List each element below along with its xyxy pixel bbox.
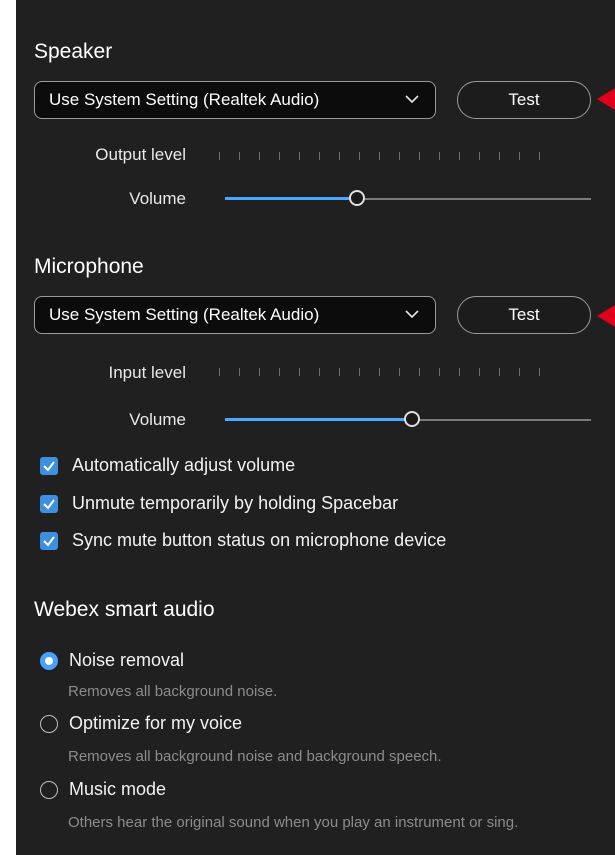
chevron-down-icon — [405, 95, 419, 104]
checkbox-checked-icon[interactable] — [40, 494, 58, 513]
microphone-title: Microphone — [34, 255, 144, 278]
meter-tick — [319, 368, 320, 376]
checkbox-label: Sync mute button status on microphone de… — [72, 530, 447, 550]
meter-tick — [239, 368, 240, 376]
radio-selected-icon[interactable] — [40, 651, 58, 670]
meter-tick — [299, 368, 300, 376]
meter-tick — [279, 152, 280, 160]
radio-description: Removes all background noise and backgro… — [68, 748, 442, 765]
speaker-volume-slider[interactable] — [225, 189, 591, 209]
output-level-meter — [219, 152, 540, 160]
radio-unselected-icon[interactable] — [40, 714, 58, 733]
speaker-device-select[interactable]: Use System Setting (Realtek Audio) — [34, 81, 436, 119]
microphone-volume-slider[interactable] — [225, 410, 591, 430]
radio-label: Music mode — [69, 779, 167, 799]
meter-tick — [259, 152, 260, 160]
speaker-test-button[interactable]: Test — [457, 81, 591, 119]
meter-tick — [379, 152, 380, 160]
smart-audio-title: Webex smart audio — [34, 598, 215, 621]
meter-tick — [419, 152, 420, 160]
meter-tick — [379, 368, 380, 376]
microphone-device-select[interactable]: Use System Setting (Realtek Audio) — [34, 296, 436, 334]
meter-tick — [459, 368, 460, 376]
meter-tick — [519, 368, 520, 376]
sync-mute-button-checkbox[interactable]: Sync mute button status on microphone de… — [40, 530, 446, 551]
checkbox-label: Unmute temporarily by holding Spacebar — [72, 493, 399, 513]
annotation-arrow — [597, 88, 615, 110]
slider-handle[interactable] — [404, 411, 420, 427]
slider-fill — [225, 418, 412, 421]
microphone-volume-label: Volume — [129, 410, 186, 429]
music-mode-radio[interactable]: Music mode — [40, 779, 166, 800]
optimize-voice-radio[interactable]: Optimize for my voice — [40, 713, 242, 734]
meter-tick — [459, 152, 460, 160]
meter-tick — [419, 368, 420, 376]
auto-adjust-volume-checkbox[interactable]: Automatically adjust volume — [40, 455, 295, 476]
settings-content: Speaker Use System Setting (Realtek Audi… — [16, 0, 615, 855]
meter-tick — [439, 368, 440, 376]
speaker-volume-label: Volume — [129, 189, 186, 208]
speaker-title: Speaker — [34, 40, 113, 63]
checkbox-checked-icon[interactable] — [40, 456, 58, 475]
noise-removal-radio[interactable]: Noise removal — [40, 650, 184, 671]
input-level-label: Input level — [108, 363, 187, 382]
meter-tick — [359, 368, 360, 376]
checkbox-checked-icon[interactable] — [40, 531, 58, 550]
meter-tick — [499, 368, 500, 376]
meter-tick — [279, 368, 280, 376]
meter-tick — [539, 368, 540, 376]
meter-tick — [479, 368, 480, 376]
meter-tick — [399, 368, 400, 376]
output-level-label: Output level — [95, 145, 186, 164]
left-edge — [0, 0, 16, 855]
meter-tick — [539, 152, 540, 160]
annotation-arrow — [597, 305, 615, 327]
meter-tick — [299, 152, 300, 160]
meter-tick — [239, 152, 240, 160]
meter-tick — [339, 152, 340, 160]
radio-label: Noise removal — [69, 650, 185, 670]
audio-settings-panel: Speaker Use System Setting (Realtek Audi… — [0, 0, 615, 855]
radio-unselected-icon[interactable] — [40, 780, 58, 799]
microphone-device-value: Use System Setting (Realtek Audio) — [49, 305, 320, 324]
slider-handle[interactable] — [349, 190, 365, 206]
input-level-meter — [219, 368, 540, 376]
meter-tick — [219, 368, 220, 376]
meter-tick — [399, 152, 400, 160]
meter-tick — [479, 152, 480, 160]
microphone-test-button[interactable]: Test — [457, 296, 591, 334]
radio-description: Others hear the original sound when you … — [68, 814, 519, 831]
meter-tick — [439, 152, 440, 160]
slider-fill — [225, 197, 357, 200]
meter-tick — [319, 152, 320, 160]
meter-tick — [519, 152, 520, 160]
speaker-device-value: Use System Setting (Realtek Audio) — [49, 90, 320, 109]
meter-tick — [219, 152, 220, 160]
radio-description: Removes all background noise. — [68, 683, 278, 700]
meter-tick — [499, 152, 500, 160]
chevron-down-icon — [405, 310, 419, 319]
radio-label: Optimize for my voice — [69, 713, 243, 733]
unmute-spacebar-checkbox[interactable]: Unmute temporarily by holding Spacebar — [40, 493, 398, 514]
meter-tick — [259, 368, 260, 376]
meter-tick — [339, 368, 340, 376]
meter-tick — [359, 152, 360, 160]
checkbox-label: Automatically adjust volume — [72, 455, 296, 475]
